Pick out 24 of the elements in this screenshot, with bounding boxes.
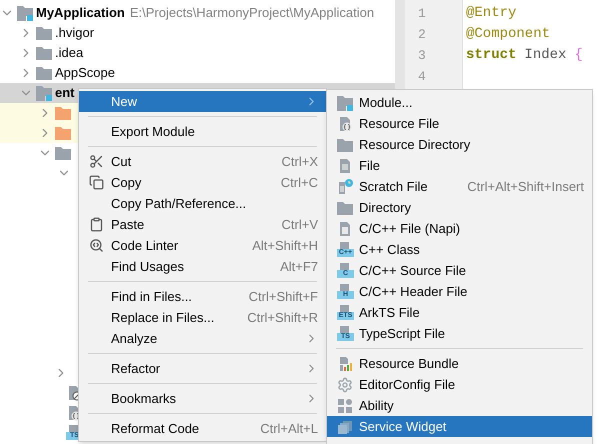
shortcut-text: Ctrl+Shift+R <box>247 308 318 327</box>
tree-label: .hvigor <box>55 24 94 42</box>
code-annotation: @Component <box>466 26 550 42</box>
code-keyword: struct <box>466 46 516 65</box>
shortcut-text: Ctrl+Shift+F <box>248 288 318 306</box>
project-path: E:\Projects\HarmonyProject\MyApplication <box>130 4 374 22</box>
code-brace: { <box>574 46 583 65</box>
tree-label: .idea <box>55 44 84 62</box>
line-number: 2 <box>417 26 426 44</box>
line-number: 3 <box>417 47 426 65</box>
shortcut-text: Ctrl+Alt+L <box>260 420 318 438</box>
line-number: 1 <box>417 5 426 23</box>
code-identifier: Index <box>524 46 566 65</box>
code-annotation: @Entry <box>466 5 516 21</box>
line-number: 4 <box>417 68 426 86</box>
shortcut-text: Ctrl+X <box>282 152 318 171</box>
shortcut-text: Ctrl+C <box>280 174 318 192</box>
shortcut-text: Alt+F7 <box>280 258 318 276</box>
tree-label: MyApplication <box>36 4 125 22</box>
shortcut-text: Alt+Shift+H <box>252 236 318 255</box>
shortcut-text: Ctrl+V <box>282 216 318 234</box>
tree-label: AppScope <box>55 64 115 82</box>
shortcut-text: Ctrl+Alt+Shift+Insert <box>467 178 584 196</box>
tree-label: ent <box>55 84 74 102</box>
